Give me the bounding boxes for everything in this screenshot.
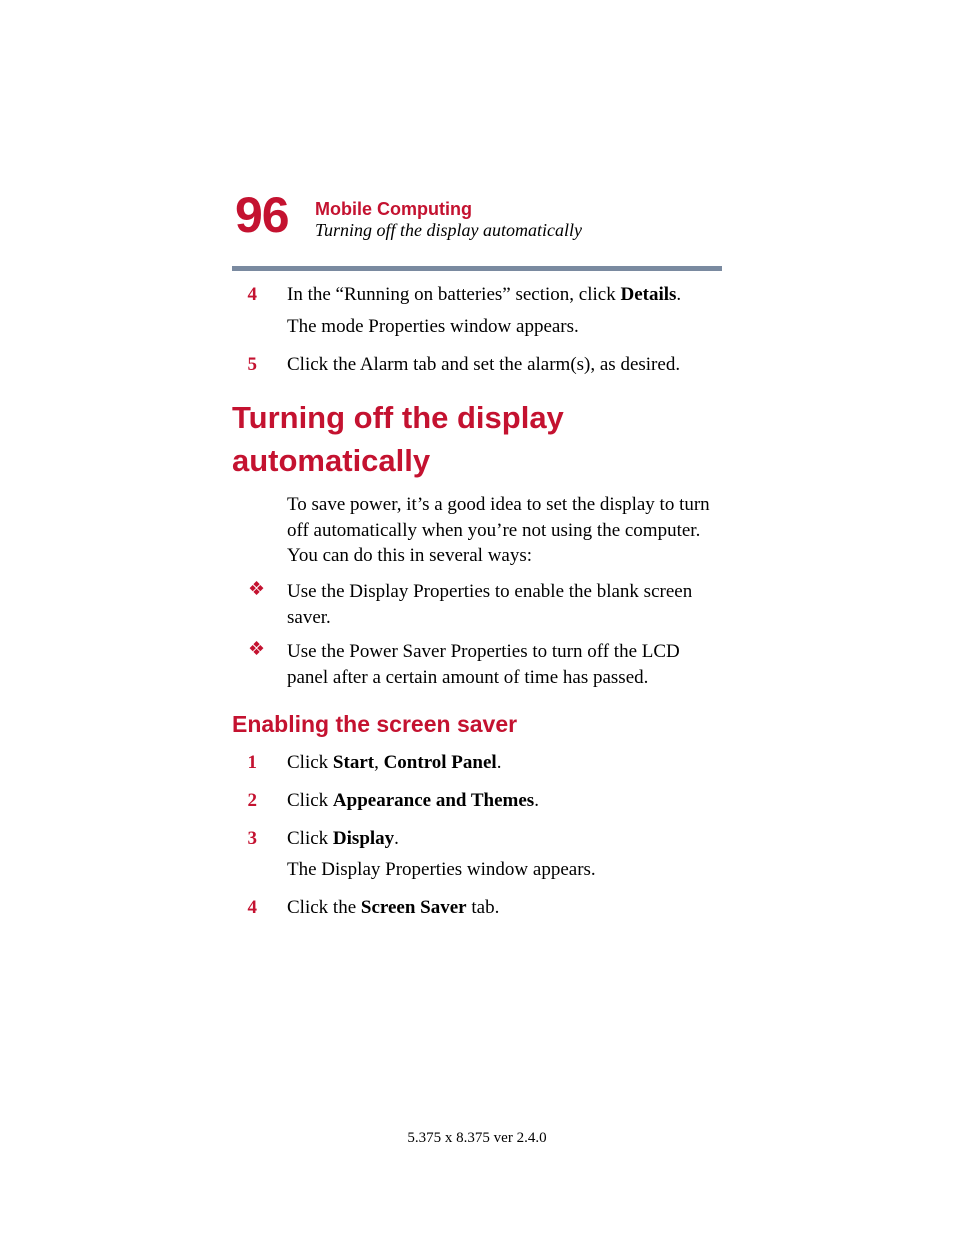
step-number: 2 — [232, 788, 287, 820]
step-body: Click Display.The Display Properties win… — [287, 826, 722, 890]
diamond-bullet-icon: ❖ — [232, 639, 287, 691]
intro-paragraph: To save power, it’s a good idea to set t… — [232, 492, 722, 569]
bullet-item: ❖Use the Power Saver Properties to turn … — [232, 639, 722, 691]
steps-ordered-list: 1Click Start, Control Panel.2Click Appea… — [232, 750, 722, 927]
page-number: 96 — [235, 186, 289, 244]
footer-version: 5.375 x 8.375 ver 2.4.0 — [0, 1130, 954, 1147]
step-item: 4Click the Screen Saver tab. — [232, 895, 722, 927]
step-body: Click Appearance and Themes. — [287, 788, 722, 820]
list-item: 4In the “Running on batteries” section, … — [232, 282, 722, 346]
list-number: 5 — [232, 352, 287, 384]
content-area: 4In the “Running on batteries” section, … — [232, 282, 722, 933]
bullet-text: Use the Power Saver Properties to turn o… — [287, 639, 722, 691]
list-body: Click the Alarm tab and set the alarm(s)… — [287, 352, 722, 384]
page: 96 Mobile Computing Turning off the disp… — [0, 0, 954, 1235]
step-number: 3 — [232, 826, 287, 890]
header-rule — [232, 266, 722, 271]
subsection-heading: Enabling the screen saver — [232, 709, 722, 740]
step-item: 2Click Appearance and Themes. — [232, 788, 722, 820]
bullet-text: Use the Display Properties to enable the… — [287, 579, 722, 631]
list-number: 4 — [232, 282, 287, 346]
step-number: 4 — [232, 895, 287, 927]
diamond-bullet-icon: ❖ — [232, 579, 287, 631]
chapter-title: Mobile Computing — [315, 199, 472, 220]
bullet-list: ❖Use the Display Properties to enable th… — [232, 579, 722, 690]
running-head-subtitle: Turning off the display automatically — [315, 220, 582, 241]
step-item: 1Click Start, Control Panel. — [232, 750, 722, 782]
bullet-item: ❖Use the Display Properties to enable th… — [232, 579, 722, 631]
list-item: 5Click the Alarm tab and set the alarm(s… — [232, 352, 722, 384]
step-body: Click the Screen Saver tab. — [287, 895, 722, 927]
step-item: 3Click Display.The Display Properties wi… — [232, 826, 722, 890]
section-heading: Turning off the display automatically — [232, 397, 722, 481]
continued-ordered-list: 4In the “Running on batteries” section, … — [232, 282, 722, 383]
list-body: In the “Running on batteries” section, c… — [287, 282, 722, 346]
step-body: Click Start, Control Panel. — [287, 750, 722, 782]
step-number: 1 — [232, 750, 287, 782]
